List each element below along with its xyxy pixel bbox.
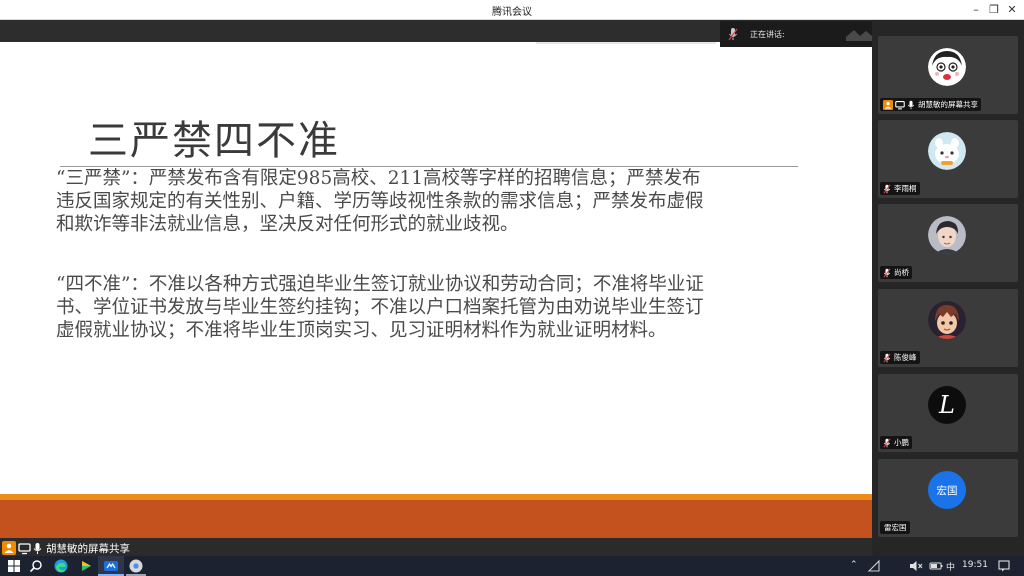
slide-title: 三严禁四不准 <box>88 118 340 164</box>
mic-icon <box>33 542 42 554</box>
screen-share-icon <box>895 100 905 109</box>
mic-muted-icon <box>883 267 891 278</box>
cartoon-animal-icon <box>928 132 966 170</box>
search-icon[interactable] <box>28 558 44 574</box>
mic-icon <box>908 100 914 109</box>
initials-avatar: 宏国 <box>928 471 966 509</box>
shared-slide: 三严禁四不准 “三严禁”：严禁发布含有限定985高校、211高校等字样的招聘信息… <box>0 42 872 538</box>
ime-indicator[interactable]: 中 <box>946 560 955 573</box>
participant-tile[interactable]: 宏国 雷宏国 <box>878 459 1018 537</box>
clock-time[interactable]: 19:51 <box>962 560 988 570</box>
screen-share-icon <box>18 542 31 554</box>
share-status-bar <box>0 538 872 556</box>
chevron-up-icon[interactable]: ⌃ <box>850 560 858 570</box>
mic-muted-icon <box>883 437 891 448</box>
speaking-label: 正在讲话: <box>750 30 785 39</box>
avatar-letter: L <box>939 391 955 419</box>
participant-tile[interactable]: 李雨桐 <box>878 120 1018 198</box>
avatar-initials: 宏国 <box>936 484 958 497</box>
participant-name: 雷宏国 <box>884 523 907 532</box>
person-photo-icon <box>928 216 966 254</box>
participant-name: 小鹏 <box>894 438 909 447</box>
slide-paragraph-2: “四不准”：不准以各种方式强迫毕业生签订就业协议和劳动合同；不准将毕业证书、学位… <box>56 274 704 341</box>
participant-tile[interactable]: 胡慧敏的屏幕共享 <box>878 36 1018 114</box>
speaking-indicator: 正在讲话: <box>720 21 888 47</box>
host-icon <box>883 99 893 110</box>
slide-footer-bar <box>0 500 872 538</box>
participant-namebar: 李雨桐 <box>880 182 920 195</box>
mic-icon <box>728 28 738 41</box>
window-titlebar: 腾讯会议 – ❐ ✕ <box>0 0 1024 20</box>
window-title: 腾讯会议 <box>492 7 532 18</box>
minimize-icon[interactable]: – <box>968 2 984 18</box>
participant-tile[interactable]: L 小鹏 <box>878 374 1018 452</box>
participant-name: 尚桥 <box>894 268 909 277</box>
host-icon <box>2 541 16 555</box>
screen-share-indicator[interactable]: 胡慧敏的屏幕共享 <box>0 540 130 556</box>
edge-browser-icon[interactable] <box>53 558 69 574</box>
anime-character-icon <box>928 301 966 339</box>
tencent-meeting-icon[interactable] <box>103 558 119 574</box>
battery-icon[interactable] <box>928 558 944 574</box>
close-icon[interactable]: ✕ <box>1004 2 1020 18</box>
media-player-icon[interactable] <box>78 558 94 574</box>
windows-taskbar: ⌃ 中 19:51 <box>0 556 1024 576</box>
network-icon[interactable] <box>866 558 882 574</box>
participant-name: 胡慧敏的屏幕共享 <box>918 100 978 109</box>
participant-namebar: 小鹏 <box>880 436 912 449</box>
participant-namebar: 尚桥 <box>880 266 912 279</box>
share-indicator-label: 胡慧敏的屏幕共享 <box>46 542 130 555</box>
slide-paragraph-1: “三严禁”：严禁发布含有限定985高校、211高校等字样的招聘信息；严禁发布违反… <box>56 168 704 235</box>
participant-tile[interactable]: 尚桥 <box>878 204 1018 282</box>
volume-muted-icon[interactable] <box>908 558 924 574</box>
letter-L-icon: L <box>928 386 966 424</box>
cartoon-face-icon <box>928 48 966 86</box>
mic-muted-icon <box>883 352 891 363</box>
slide-top-line <box>536 42 716 44</box>
notification-icon[interactable] <box>996 558 1012 574</box>
windows-start-icon[interactable] <box>6 558 22 574</box>
restore-icon[interactable]: ❐ <box>986 2 1002 18</box>
mic-muted-icon <box>883 183 891 194</box>
participant-name: 李雨桐 <box>894 184 917 193</box>
participant-name: 陈俊峰 <box>894 353 917 362</box>
participant-namebar: 胡慧敏的屏幕共享 <box>880 98 981 111</box>
participant-tile[interactable]: 陈俊峰 <box>878 289 1018 367</box>
participant-namebar: 陈俊峰 <box>880 351 920 364</box>
chrome-browser-icon[interactable] <box>128 558 144 574</box>
participant-namebar: 雷宏国 <box>880 521 910 534</box>
